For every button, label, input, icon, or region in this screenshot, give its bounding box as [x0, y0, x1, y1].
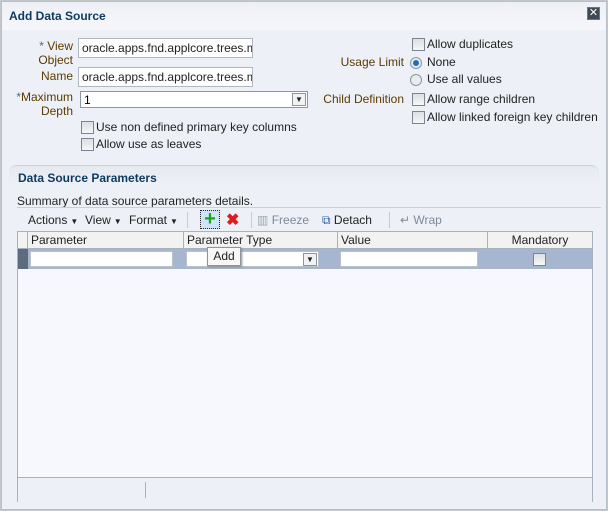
- usage-limit-use-all-radio[interactable]: [410, 74, 422, 86]
- usage-limit-none-label: None: [427, 55, 456, 69]
- maximum-depth-label: *Maximum Depth: [12, 90, 73, 118]
- panel-title: Data Source Parameters: [18, 171, 157, 185]
- view-label: View: [85, 213, 111, 227]
- wrap-icon: ↵: [400, 213, 411, 227]
- view-object-label-line1: View: [47, 39, 73, 53]
- allow-use-as-leaves-checkbox[interactable]: [81, 138, 94, 151]
- use-non-defined-pk-checkbox[interactable]: [81, 121, 94, 134]
- add-tooltip: Add: [207, 247, 241, 266]
- mandatory-checkbox[interactable]: [533, 253, 546, 266]
- row-selector[interactable]: [18, 249, 28, 269]
- table-row[interactable]: ▼: [18, 249, 592, 269]
- view-object-label: * View Object: [12, 39, 73, 67]
- detach-label: Detach: [333, 213, 372, 227]
- allow-duplicates-label: Allow duplicates: [427, 37, 514, 51]
- usage-limit-none-radio[interactable]: [410, 57, 422, 69]
- format-menu[interactable]: Format ▼: [129, 213, 178, 227]
- delete-row-button[interactable]: ✖: [226, 210, 239, 230]
- actions-label: Actions: [28, 213, 68, 227]
- chevron-down-icon: ▼: [70, 217, 79, 226]
- detach-icon: ⧉: [322, 213, 331, 227]
- name-field[interactable]: oracle.apps.fnd.applcore.trees.moc: [78, 67, 253, 87]
- maximum-depth-value: 1: [84, 93, 91, 107]
- allow-range-children-checkbox[interactable]: [412, 93, 425, 106]
- format-label: Format: [129, 213, 168, 227]
- wrap-button[interactable]: ↵ Wrap: [400, 213, 442, 227]
- chevron-down-icon[interactable]: ▼: [292, 93, 306, 106]
- view-object-field[interactable]: oracle.apps.fnd.applcore.trees.moc: [78, 38, 253, 58]
- required-marker: *: [39, 39, 44, 53]
- dialog-title: Add Data Source: [9, 9, 106, 23]
- maximum-depth-label-line1: Maximum: [20, 90, 73, 104]
- column-header-parameter[interactable]: Parameter: [28, 232, 184, 249]
- add-row-button[interactable]: +: [200, 208, 220, 230]
- value-input[interactable]: [340, 251, 478, 267]
- chevron-down-icon: ▼: [113, 217, 122, 226]
- freeze-button[interactable]: ▥ Freeze: [257, 213, 309, 227]
- allow-linked-fk-children-checkbox[interactable]: [412, 111, 425, 124]
- allow-duplicates-checkbox[interactable]: [412, 38, 425, 51]
- toolbar-separator: [389, 212, 390, 228]
- chevron-down-icon: ▼: [170, 217, 178, 226]
- title-bar: Add Data Source ✕: [2, 2, 606, 30]
- allow-linked-fk-children-label: Allow linked foreign key children: [427, 110, 598, 124]
- footer-separator: [145, 482, 146, 498]
- toolbar-separator: [187, 212, 188, 228]
- parameter-type-select[interactable]: ▼: [186, 251, 319, 267]
- use-non-defined-pk-label: Use non defined primary key columns: [96, 120, 297, 134]
- name-label: Name: [40, 69, 73, 83]
- freeze-icon: ▥: [257, 213, 269, 227]
- plus-icon: +: [204, 208, 216, 230]
- parameters-table: Parameter Parameter Type Value Mandatory…: [17, 231, 593, 502]
- delete-x-icon: ✖: [226, 212, 240, 229]
- row-header-corner: [18, 232, 28, 249]
- freeze-label: Freeze: [271, 213, 310, 227]
- usage-limit-use-all-label: Use all values: [427, 72, 502, 86]
- usage-limit-label: Usage Limit: [340, 55, 404, 69]
- parameter-input[interactable]: [30, 251, 173, 267]
- wrap-label: Wrap: [413, 213, 442, 227]
- add-data-source-dialog: Add Data Source ✕ * View Object oracle.a…: [1, 1, 607, 510]
- view-menu[interactable]: View ▼: [85, 213, 122, 227]
- table-toolbar: Actions ▼ View ▼ Format ▼ + ✖ ▥ Freeze ⧉ De…: [17, 207, 601, 231]
- view-object-label-line2: Object: [38, 53, 73, 67]
- column-header-value[interactable]: Value: [338, 232, 488, 249]
- toolbar-separator: [251, 212, 252, 228]
- summary-text: Summary of data source parameters detail…: [17, 194, 254, 208]
- actions-menu[interactable]: Actions ▼: [28, 213, 78, 227]
- allow-use-as-leaves-label: Allow use as leaves: [96, 137, 202, 151]
- detach-button[interactable]: ⧉ Detach: [322, 213, 372, 228]
- panel-header: Data Source Parameters: [9, 165, 599, 185]
- allow-range-children-label: Allow range children: [427, 92, 536, 106]
- chevron-down-icon[interactable]: ▼: [303, 253, 317, 266]
- child-definition-label: Child Definition: [323, 92, 404, 106]
- table-footer: [18, 477, 592, 502]
- data-source-parameters-panel: Data Source Parameters Summary of data s…: [9, 165, 601, 503]
- column-header-mandatory[interactable]: Mandatory: [488, 232, 592, 249]
- maximum-depth-label-line2: Depth: [40, 104, 73, 118]
- close-icon[interactable]: ✕: [587, 7, 600, 20]
- maximum-depth-select[interactable]: 1 ▼: [80, 91, 308, 108]
